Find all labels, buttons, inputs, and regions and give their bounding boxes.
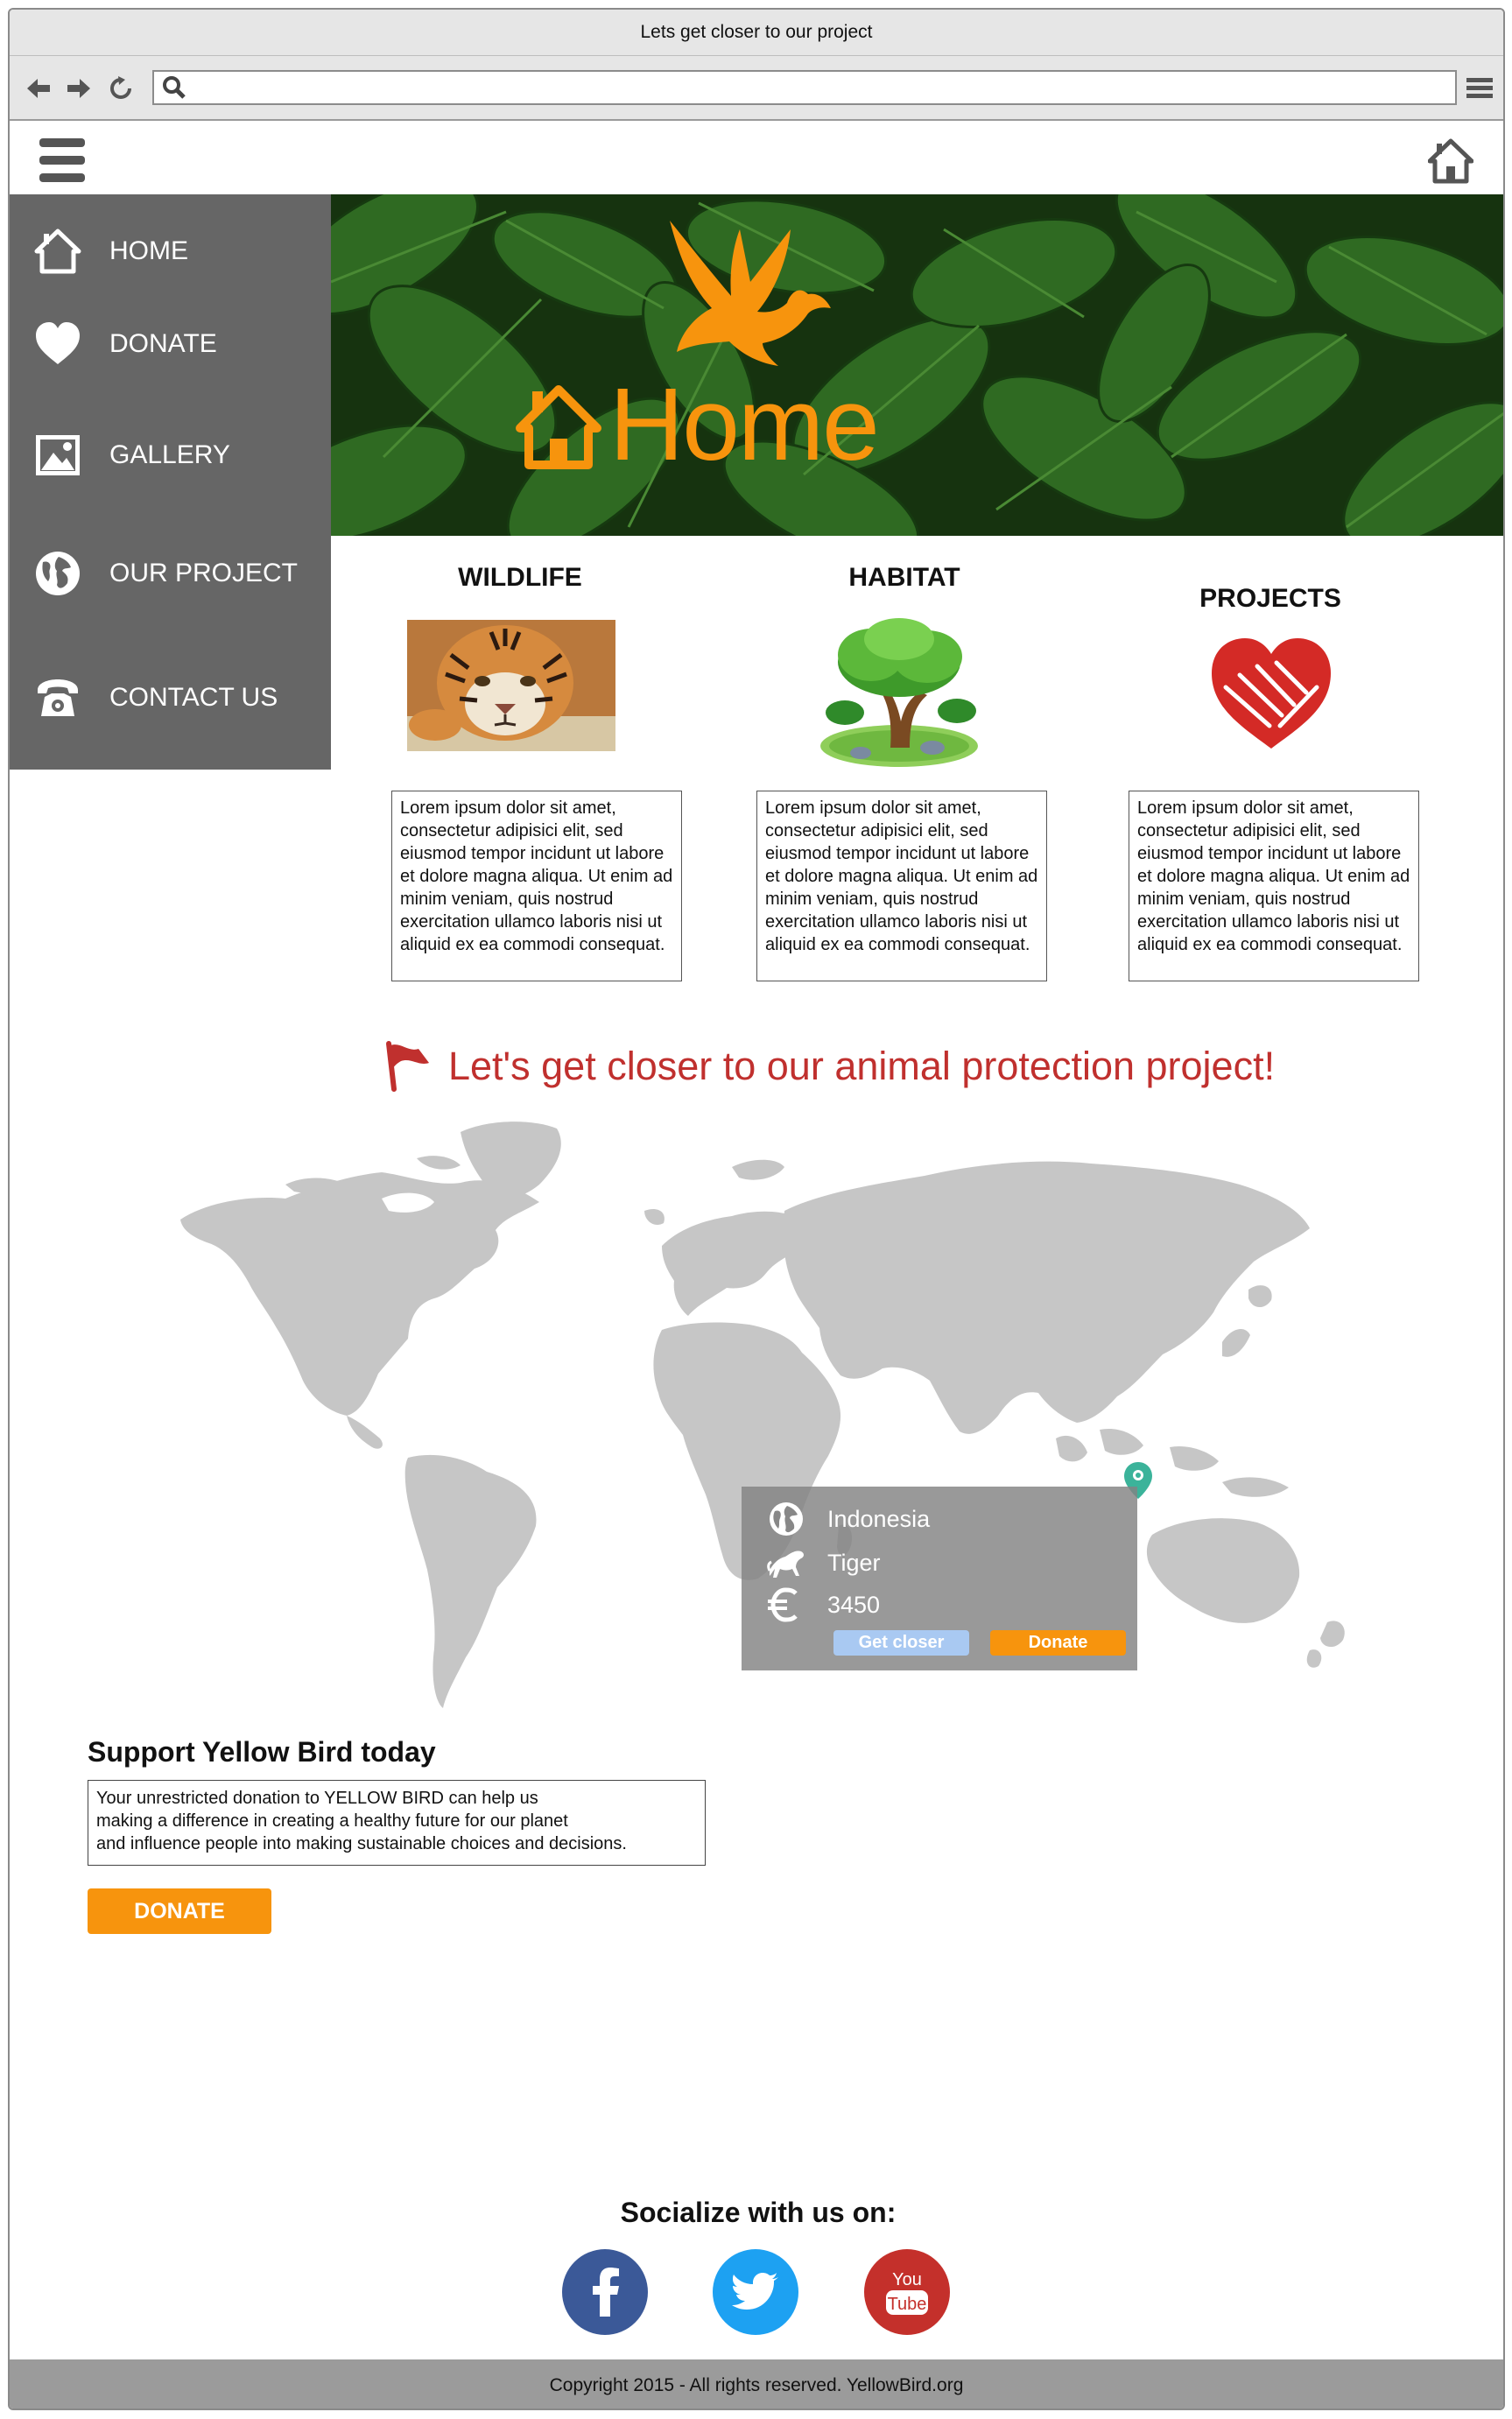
- popup-country-row: Indonesia: [766, 1501, 930, 1537]
- euro-icon: [768, 1587, 798, 1622]
- sidebar-item-our-project[interactable]: OUR PROJECT: [10, 538, 331, 608]
- bird-logo-icon: [670, 221, 831, 366]
- sidebar-item-gallery[interactable]: GALLERY: [10, 420, 331, 490]
- support-line: Your unrestricted donation to YELLOW BIR…: [96, 1789, 538, 1808]
- tiger-photo: [407, 620, 615, 751]
- browser-toolbar: [10, 56, 1503, 121]
- popup-animal-row: Tiger: [766, 1544, 881, 1581]
- social-title: Socialize with us on:: [620, 2197, 897, 2228]
- popup-animal: Tiger: [827, 1549, 881, 1576]
- sidebar-item-contact-us[interactable]: CONTACT US: [10, 663, 331, 733]
- popup-country: Indonesia: [827, 1505, 931, 1532]
- footer-copyright: Copyright 2015 - All rights reserved. Ye…: [549, 2375, 964, 2395]
- popup-amount-row: 3450: [766, 1586, 880, 1623]
- youtube-button[interactable]: You Tube: [864, 2249, 950, 2335]
- habitat-title: HABITAT: [848, 563, 960, 592]
- wildlife-description: Lorem ipsum dolor sit amet, consectetur …: [391, 791, 682, 981]
- project-info-popup: Indonesia Tiger 3450 Get closer Donate: [742, 1487, 1137, 1670]
- back-arrow-icon[interactable]: [24, 75, 53, 102]
- sidebar-nav: HOME DONATE GALLERY OUR PROJECT CONTACT …: [10, 194, 331, 770]
- project-heading-text: Let's get closer to our animal protectio…: [448, 1044, 1276, 1088]
- menu-icon[interactable]: [1466, 77, 1493, 100]
- hamburger-menu-icon[interactable]: [39, 137, 85, 184]
- wildlife-title: WILDLIFE: [458, 563, 582, 592]
- sidebar-item-label: DONATE: [109, 329, 217, 358]
- window-titlebar: Lets get closer to our project: [10, 10, 1503, 56]
- hero-title: Home: [609, 367, 880, 482]
- habitat-description: Lorem ipsum dolor sit amet, consectetur …: [756, 791, 1047, 981]
- youtube-text-top: You: [892, 2270, 922, 2289]
- flag-icon: [386, 1041, 429, 1092]
- support-line: making a difference in creating a health…: [96, 1811, 568, 1831]
- footer: Copyright 2015 - All rights reserved. Ye…: [10, 2359, 1503, 2408]
- search-icon: [163, 76, 186, 99]
- sidebar-item-label: OUR PROJECT: [109, 559, 299, 587]
- sidebar-item-label: HOME: [109, 236, 188, 265]
- picture-icon: [36, 435, 80, 475]
- home-icon: [34, 229, 81, 274]
- sidebar-item-donate[interactable]: DONATE: [10, 309, 331, 379]
- get-closer-button[interactable]: Get closer: [833, 1630, 969, 1656]
- projects-description: Lorem ipsum dolor sit amet, consectetur …: [1129, 791, 1419, 981]
- facebook-icon: [593, 2268, 619, 2317]
- popup-amount: 3450: [827, 1591, 881, 1618]
- heart-icon: [36, 322, 80, 364]
- sidebar-item-home[interactable]: HOME: [10, 216, 331, 286]
- site-header: [10, 121, 1503, 194]
- project-heading: Let's get closer to our animal protectio…: [382, 1040, 1275, 1093]
- window-title: Lets get closer to our project: [640, 22, 873, 42]
- support-description: Your unrestricted donation to YELLOW BIR…: [88, 1780, 706, 1866]
- popup-donate-button[interactable]: Donate: [990, 1630, 1126, 1656]
- address-bar[interactable]: [152, 70, 1457, 105]
- home-icon[interactable]: [1428, 138, 1473, 184]
- youtube-text-bottom: Tube: [888, 2295, 927, 2314]
- tree-illustration: [820, 618, 978, 767]
- donate-button[interactable]: DONATE: [88, 1888, 271, 1934]
- heart-hands-icon: [1212, 638, 1331, 749]
- sidebar-item-label: GALLERY: [109, 440, 230, 469]
- youtube-icon: You Tube: [886, 2270, 928, 2315]
- reload-icon[interactable]: [106, 75, 136, 102]
- url-input[interactable]: [193, 74, 1445, 102]
- globe-icon: [770, 1502, 803, 1536]
- twitter-button[interactable]: [713, 2249, 798, 2335]
- browser-window: Lets get closer to our project HOME DONA…: [8, 8, 1505, 2410]
- support-title: Support Yellow Bird today: [88, 1736, 436, 1768]
- support-line: and influence people into making sustain…: [96, 1834, 627, 1853]
- foliage-background: [331, 194, 1503, 536]
- home-icon: [516, 385, 601, 469]
- forward-arrow-icon[interactable]: [64, 75, 94, 102]
- telephone-icon: [38, 679, 78, 716]
- projects-title: PROJECTS: [1199, 584, 1341, 613]
- twitter-icon: [732, 2273, 778, 2310]
- hero-banner: Home: [331, 194, 1503, 536]
- globe-icon: [36, 552, 80, 595]
- sidebar-item-label: CONTACT US: [109, 683, 278, 712]
- tiger-silhouette-icon: [767, 1551, 804, 1578]
- facebook-button[interactable]: [562, 2249, 648, 2335]
